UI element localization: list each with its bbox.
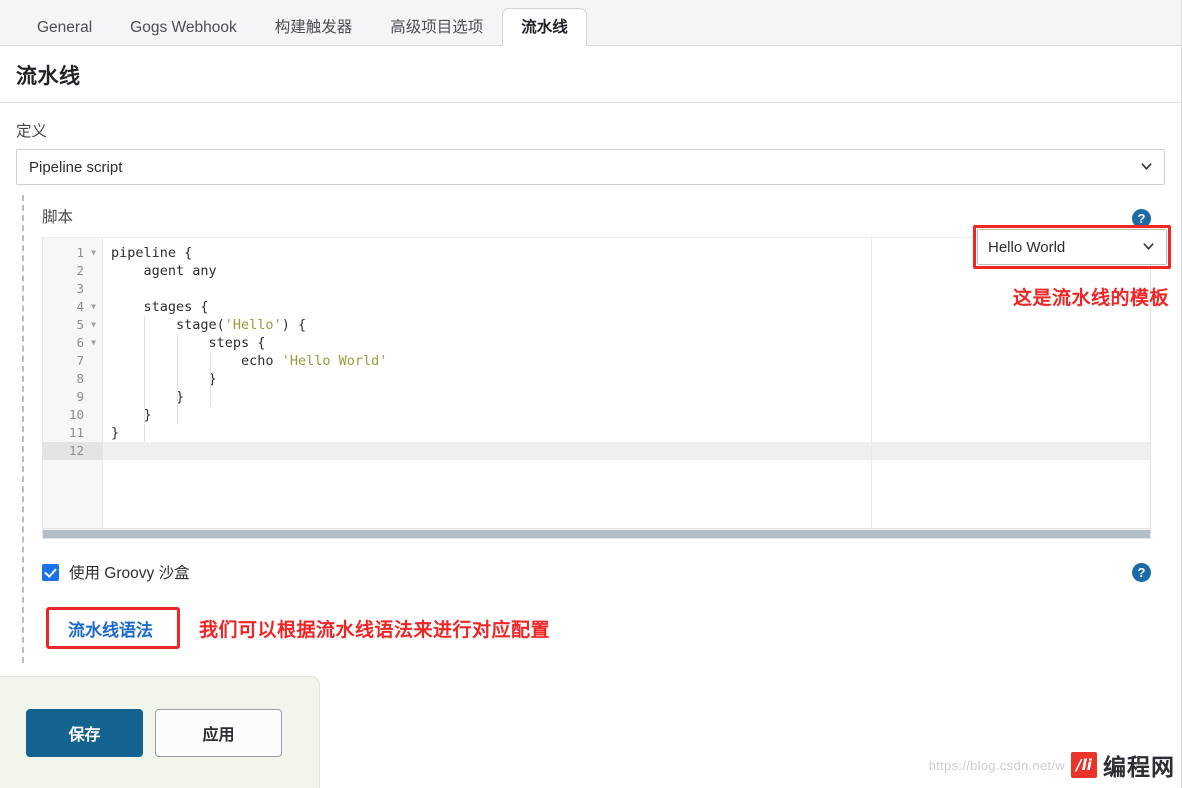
tab-general[interactable]: General	[18, 8, 111, 46]
line-number: 5 ▼	[76, 316, 96, 334]
sandbox-checkbox-group[interactable]: 使用 Groovy 沙盒	[42, 561, 190, 583]
pipeline-syntax-link[interactable]: 流水线语法	[68, 616, 153, 641]
apply-button[interactable]: 应用	[155, 708, 282, 757]
line-number: 3	[76, 281, 84, 296]
print-margin-ruler	[871, 238, 872, 530]
definition-label: 定义	[16, 123, 48, 140]
code-string: 'Hello'	[224, 317, 282, 333]
page-title: 流水线	[0, 46, 1181, 103]
line-number-gutter: 1 ▼ 2 3 4 ▼ 5 ▼ 6 ▼ 7 8 9 10 11 12	[43, 238, 103, 530]
jenkins-pipeline-config-page: General Gogs Webhook 构建触发器 高级项目选项 流水线 流水…	[0, 0, 1182, 788]
line-number: 4 ▼	[76, 298, 96, 316]
code-line: stage('Hello') {	[111, 317, 307, 333]
tab-pipeline[interactable]: 流水线	[502, 8, 587, 46]
chevron-down-icon	[1141, 161, 1152, 172]
code-line	[103, 442, 1150, 460]
tab-gogs-webhook[interactable]: Gogs Webhook	[111, 8, 256, 46]
pipeline-syntax-row: 流水线语法 我们可以根据流水线语法来进行对应配置	[42, 607, 1165, 649]
indent-guide	[144, 316, 145, 442]
editor-horizontal-scrollbar[interactable]	[43, 528, 1150, 538]
sandbox-row: 使用 Groovy 沙盒 ?	[42, 539, 1165, 583]
code-line: echo 'Hello World'	[111, 353, 388, 369]
template-select[interactable]: Hello World	[977, 229, 1167, 265]
fold-triangle-icon[interactable]: ▼	[87, 298, 96, 316]
watermark: https://blog.csdn.net/w /li 编程网	[929, 748, 1175, 782]
line-number: 11	[68, 425, 84, 440]
line-number: 8	[76, 371, 84, 386]
definition-section: 定义 Pipeline script 脚本 ? 1 ▼ 2 3 4 ▼ 5 ▼ 6 ▼ 7 8 …	[0, 103, 1181, 663]
scrollbar-thumb[interactable]	[43, 530, 1150, 538]
groovy-sandbox-checkbox[interactable]	[42, 563, 59, 581]
save-button[interactable]: 保存	[26, 708, 143, 757]
groovy-sandbox-label: 使用 Groovy 沙盒	[69, 565, 190, 582]
annotation-text-syntax: 我们可以根据流水线语法来进行对应配置	[199, 619, 551, 641]
fold-triangle-icon[interactable]: ▼	[87, 316, 96, 334]
code-line: }	[111, 425, 120, 441]
chevron-down-icon	[1143, 241, 1154, 252]
line-number: 1 ▼	[76, 244, 96, 262]
config-tab-bar: General Gogs Webhook 构建触发器 高级项目选项 流水线	[0, 0, 1181, 46]
line-number: 9	[76, 389, 84, 404]
form-action-bar: 保存 应用	[0, 676, 320, 788]
tab-build-triggers[interactable]: 构建触发器	[256, 8, 372, 46]
script-editor[interactable]: 1 ▼ 2 3 4 ▼ 5 ▼ 6 ▼ 7 8 9 10 11 12 pipeline { ag…	[42, 237, 1151, 539]
line-number: 10	[68, 407, 84, 422]
fold-triangle-icon[interactable]: ▼	[87, 334, 96, 352]
watermark-site-name: 编程网	[1103, 754, 1175, 780]
script-label: 脚本	[42, 209, 74, 226]
question-mark-icon[interactable]: ?	[1132, 208, 1151, 228]
annotation-text-template: 这是流水线的模板	[1012, 288, 1169, 309]
code-line: steps {	[111, 335, 266, 351]
code-string: 'Hello World'	[281, 353, 388, 369]
code-line: }	[111, 371, 217, 387]
watermark-url: https://blog.csdn.net/w	[928, 757, 1065, 773]
code-line: }	[111, 389, 185, 405]
line-number: 2	[76, 263, 84, 278]
watermark-logo-icon: /li	[1071, 752, 1097, 778]
script-block: 脚本 ? 1 ▼ 2 3 4 ▼ 5 ▼ 6 ▼ 7 8 9 10 11 12 pipeline…	[22, 195, 1165, 663]
template-select-value: Hello World	[988, 238, 1066, 256]
indent-guide	[210, 352, 211, 406]
definition-select[interactable]: Pipeline script	[16, 149, 1165, 185]
code-editor-body[interactable]: 1 ▼ 2 3 4 ▼ 5 ▼ 6 ▼ 7 8 9 10 11 12 pipeline { ag…	[43, 238, 1150, 530]
line-number: 7	[76, 353, 84, 368]
line-number: 12	[43, 442, 102, 460]
code-line: }	[111, 407, 152, 423]
code-line: stages {	[111, 299, 209, 315]
line-number: 6 ▼	[76, 334, 96, 352]
indent-guide	[177, 334, 178, 424]
tab-advanced-options[interactable]: 高级项目选项	[371, 8, 502, 46]
question-mark-icon[interactable]: ?	[1132, 562, 1151, 582]
code-content[interactable]: pipeline { agent any stages { stage('Hel…	[103, 238, 1150, 530]
fold-triangle-icon[interactable]: ▼	[87, 244, 96, 262]
definition-select-value: Pipeline script	[29, 158, 123, 176]
